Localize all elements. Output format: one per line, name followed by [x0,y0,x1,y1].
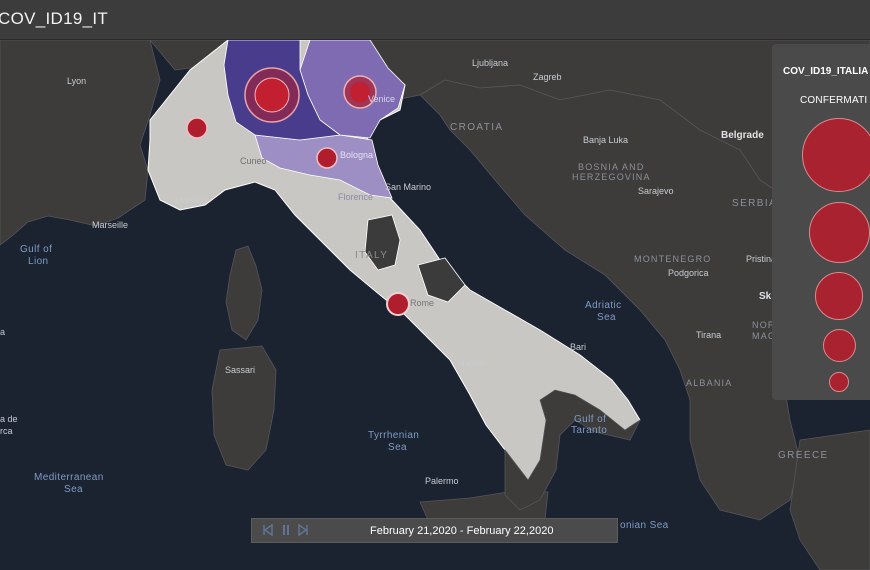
label-cuneo: Cuneo [240,156,267,166]
label-adriatic-2: Sea [597,312,616,323]
time-range-label: February 21,2020 - February 22,2020 [370,525,554,537]
label-rome: Rome [410,298,435,308]
label-zagreb: Zagreb [533,72,562,82]
label-albania: ALBANIA [686,378,733,388]
label-lyon: Lyon [67,76,87,86]
label-edge-rca: rca [0,426,13,436]
label-sk: Sk [759,291,772,302]
label-montenegro: MONTENEGRO [634,254,712,264]
label-serbia: SERBIA [732,198,778,209]
label-sassari: Sassari [225,365,256,375]
label-tyrrhenian-2: Sea [388,442,407,453]
label-naples: Naples [458,358,487,368]
basemap[interactable] [0,40,870,570]
step-forward-icon[interactable] [296,523,310,540]
legend-symbol-sm [823,329,856,362]
label-bosnia-2: HERZEGOVINA [572,172,651,182]
label-venice: Venice [368,94,396,104]
label-edge-a: a [0,327,6,337]
case-marker-lazio[interactable] [386,292,410,316]
legend-panel: COV_ID19_ITALIA CONFERMATI [772,44,870,400]
label-med-1: Mediterranean [34,472,104,483]
label-edge-ia: a de [0,414,18,424]
label-marseille: Marseille [92,220,129,230]
label-monaco: Monaco [175,195,208,205]
label-san-marino: San Marino [385,182,432,192]
pause-icon[interactable] [280,523,292,540]
label-italy: ITALY [355,250,389,261]
case-marker-piemonte[interactable] [186,117,208,139]
label-florence: Florence [338,192,374,202]
label-bologna: Bologna [340,150,374,160]
label-tyrrhenian-1: Tyrrhenian [368,430,420,441]
label-gulf-lion-1: Gulf of [20,244,53,255]
label-taranto-2: Taranto [571,425,608,436]
label-podgorica: Podgorica [668,268,709,278]
label-tirana: Tirana [696,330,722,340]
label-med-2: Sea [64,484,83,495]
label-gulf-lion-2: Lion [28,256,49,267]
label-bari: Bari [570,342,587,352]
legend-symbol-lg [809,202,870,263]
app-title: COV_ID19_IT [0,9,109,28]
label-greece: GREECE [778,450,829,461]
label-belgrade: Belgrade [721,130,764,141]
label-taranto-1: Gulf of [574,414,607,425]
label-ionian: onian Sea [620,520,669,531]
legend-symbol-xl [802,118,870,192]
label-banja-luka: Banja Luka [583,135,629,145]
legend-symbol-xs [829,372,849,392]
label-ljubljana: Ljubljana [472,58,509,68]
case-marker-lombardia[interactable] [244,67,300,123]
step-back-icon[interactable] [261,523,275,540]
map-view[interactable]: Lyon Ljubljana Zagreb CROATIA Banja Luka… [0,40,870,570]
legend-title: COV_ID19_ITALIA [783,66,869,77]
legend-symbol-md [815,272,863,320]
app-header: COV_ID19_IT [0,0,870,40]
label-sarajevo: Sarajevo [638,186,674,196]
label-adriatic-1: Adriatic [585,300,622,311]
label-croatia: CROATIA [450,122,504,133]
label-palermo: Palermo [425,476,459,486]
case-marker-emilia-romagna[interactable] [316,147,338,169]
time-slider[interactable]: February 21,2020 - February 22,2020 [251,518,618,543]
legend-subtitle: CONFERMATI [800,95,868,106]
